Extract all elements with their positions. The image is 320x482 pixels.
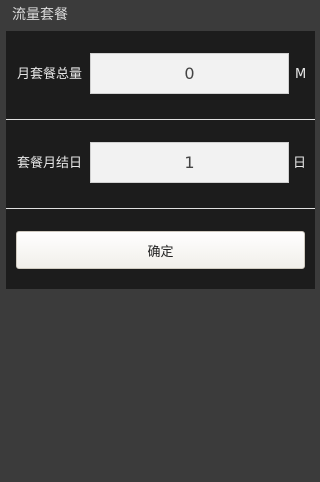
billing-day-unit: 日 bbox=[293, 156, 307, 171]
monthly-total-unit: M bbox=[295, 67, 307, 82]
confirm-button[interactable]: 确定 bbox=[16, 231, 305, 269]
title-bar: 流量套餐 bbox=[0, 0, 319, 30]
billing-day-label: 套餐月结日 bbox=[17, 156, 83, 171]
row-divider bbox=[6, 208, 315, 209]
billing-day-input[interactable]: 1 bbox=[90, 142, 289, 183]
settings-panel: 月套餐总量 0 M 套餐月结日 1 日 确定 bbox=[6, 31, 315, 289]
page-title: 流量套餐 bbox=[12, 7, 68, 23]
row-divider bbox=[6, 119, 315, 120]
monthly-total-input[interactable]: 0 bbox=[90, 53, 289, 94]
monthly-total-label: 月套餐总量 bbox=[17, 67, 83, 82]
